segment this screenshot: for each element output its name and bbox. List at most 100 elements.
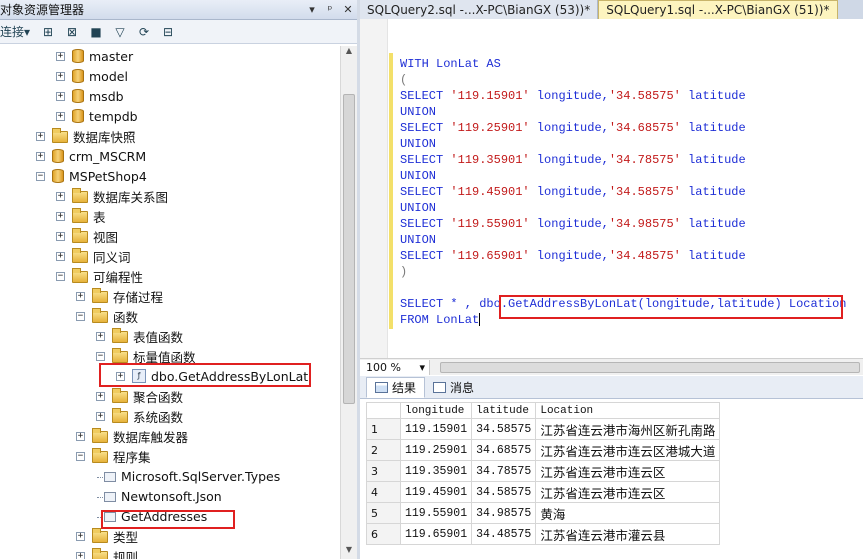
scroll-up-icon[interactable]: ▲ [341,46,357,60]
table-row[interactable]: 6119.6590134.48575江苏省连云港市灌云县 [367,524,720,545]
tree-node[interactable]: +视图 [56,226,118,246]
cell-location[interactable]: 江苏省连云港市连云区 [536,482,720,503]
cell-latitude[interactable]: 34.48575 [472,524,536,545]
cell-longitude[interactable]: 119.25901 [401,440,472,461]
expand-icon[interactable]: + [56,72,65,81]
table-row[interactable]: 1119.1590134.58575江苏省连云港市海州区新孔南路 [367,419,720,440]
collapse-icon[interactable]: − [36,172,45,181]
expand-icon[interactable]: + [56,92,65,101]
tree-node[interactable]: −可编程性 [56,266,143,286]
cell-latitude[interactable]: 34.58575 [472,419,536,440]
dropdown-icon[interactable]: ▾ [303,3,321,16]
tree-node[interactable]: +规则 [76,546,138,559]
tree-node[interactable]: −MSPetShop4 [36,166,147,186]
expand-icon[interactable]: + [56,192,65,201]
expand-icon[interactable]: + [96,332,105,341]
scroll-down-icon[interactable]: ▼ [341,545,357,559]
tree-node[interactable]: +聚合函数 [96,386,183,406]
tree-node[interactable]: +存储过程 [76,286,163,306]
expand-icon[interactable]: + [76,552,85,559]
cell-location[interactable]: 江苏省连云港市海州区新孔南路 [536,419,720,440]
tree-node[interactable]: +类型 [76,526,138,546]
table-row[interactable]: 2119.2590134.68575江苏省连云港市连云区港城大道 [367,440,720,461]
tree-node[interactable]: +model [56,66,128,86]
tree-node[interactable]: −函数 [76,306,138,326]
code-area[interactable]: WITH LonLat AS(SELECT '119.15901' longit… [400,56,846,328]
expand-icon[interactable]: + [56,232,65,241]
column-header[interactable]: Location [536,403,720,419]
collapse-icon[interactable]: − [76,312,85,321]
expand-icon[interactable]: + [56,112,65,121]
collapse-icon[interactable]: − [56,272,65,281]
tree-node[interactable]: +ƒdbo.GetAddressByLonLat [116,366,308,386]
row-number[interactable]: 1 [367,419,401,440]
cell-longitude[interactable]: 119.45901 [401,482,472,503]
tab-results[interactable]: 结果 [366,377,425,398]
expand-icon[interactable]: + [96,412,105,421]
cell-latitude[interactable]: 34.98575 [472,503,536,524]
connect-button[interactable]: 连接▾ [0,23,34,41]
tab-sqlquery1[interactable]: SQLQuery1.sql -...X-PC\BianGX (51))* [598,0,837,19]
expand-icon[interactable]: + [56,52,65,61]
collapse-icon[interactable]: − [96,352,105,361]
expand-icon[interactable]: + [36,152,45,161]
stop-icon[interactable]: ■ [86,23,106,41]
expand-icon[interactable]: + [76,532,85,541]
tree-node[interactable]: +msdb [56,86,124,106]
cell-latitude[interactable]: 34.78575 [472,461,536,482]
zoom-dropdown[interactable]: 100 %▾ [360,360,430,375]
cell-latitude[interactable]: 34.68575 [472,440,536,461]
row-number[interactable]: 4 [367,482,401,503]
tab-messages[interactable]: 消息 [425,377,482,398]
tree-node[interactable]: +数据库触发器 [76,426,188,446]
cell-longitude[interactable]: 119.15901 [401,419,472,440]
tree-node[interactable]: +数据库关系图 [56,186,168,206]
cell-longitude[interactable]: 119.65901 [401,524,472,545]
row-number[interactable]: 3 [367,461,401,482]
cell-location[interactable]: 江苏省连云港市灌云县 [536,524,720,545]
tree-node[interactable]: +表 [56,206,106,226]
scrollbar-thumb[interactable] [343,94,355,404]
disconnect-icon[interactable]: ⊠ [62,23,82,41]
tree-node[interactable]: +master [56,46,133,66]
results-grid[interactable]: longitudelatitudeLocation 1119.1590134.5… [366,402,720,545]
close-icon[interactable]: ✕ [339,3,357,16]
tree-node[interactable]: +系统函数 [96,406,183,426]
tree-node[interactable]: Microsoft.SqlServer.Types [96,466,280,486]
table-row[interactable]: 5119.5590134.98575黄海 [367,503,720,524]
cell-longitude[interactable]: 119.55901 [401,503,472,524]
table-row[interactable]: 3119.3590134.78575江苏省连云港市连云区 [367,461,720,482]
tab-sqlquery2[interactable]: SQLQuery2.sql -...X-PC\BianGX (53))* [360,0,598,19]
tree-node[interactable]: +表值函数 [96,326,183,346]
expand-icon[interactable]: + [116,372,125,381]
row-number[interactable]: 2 [367,440,401,461]
expand-icon[interactable]: + [96,392,105,401]
expand-icon[interactable]: + [36,132,45,141]
connect-server-icon[interactable]: ⊞ [38,23,58,41]
hscroll-thumb[interactable] [440,362,860,373]
tree-node[interactable]: −标量值函数 [96,346,196,366]
tree-node[interactable]: +crm_MSCRM [36,146,146,166]
cell-latitude[interactable]: 34.58575 [472,482,536,503]
tree-node[interactable]: GetAddresses [96,506,207,526]
filter-icon[interactable]: ▽ [110,23,130,41]
cell-location[interactable]: 江苏省连云港市连云区 [536,461,720,482]
tree-scrollbar[interactable]: ▲ ▼ [340,46,357,559]
tree-node[interactable]: Newtonsoft.Json [96,486,222,506]
cell-longitude[interactable]: 119.35901 [401,461,472,482]
tree-node[interactable]: +同义词 [56,246,131,266]
table-row[interactable]: 4119.4590134.58575江苏省连云港市连云区 [367,482,720,503]
sql-editor[interactable]: WITH LonLat AS(SELECT '119.15901' longit… [360,19,863,358]
collapse-icon[interactable]: ⊟ [158,23,178,41]
cell-location[interactable]: 江苏省连云港市连云区港城大道 [536,440,720,461]
pin-icon[interactable]: ᵖ [321,3,339,16]
expand-icon[interactable]: + [76,292,85,301]
expand-icon[interactable]: + [56,252,65,261]
collapse-icon[interactable]: − [76,452,85,461]
tree-node[interactable]: −程序集 [76,446,151,466]
cell-location[interactable]: 黄海 [536,503,720,524]
expand-icon[interactable]: + [76,432,85,441]
column-header[interactable]: latitude [472,403,536,419]
tree-node[interactable]: +数据库快照 [36,126,136,146]
refresh-icon[interactable]: ⟳ [134,23,154,41]
